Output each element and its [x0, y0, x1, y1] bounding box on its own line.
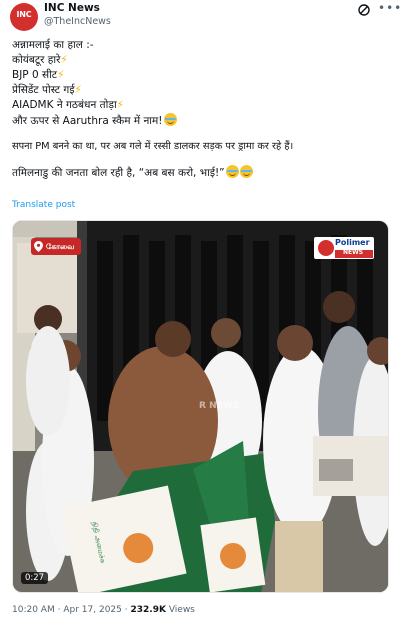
avatar[interactable]: INC: [10, 3, 38, 31]
post-time[interactable]: 10:20 AM: [12, 605, 55, 615]
post-date[interactable]: Apr 17, 2025: [63, 605, 122, 615]
video-duration-badge: 0:27: [21, 572, 49, 584]
avatar-logo-text: INC: [16, 10, 32, 19]
channel-logo: Polimer NEWS: [333, 237, 375, 259]
post-line: प्रेसिडेंट पोस्ट गई⚡: [12, 84, 82, 96]
location-tag: கோவை: [31, 238, 81, 255]
channel-logo-text: Polimer: [335, 238, 370, 247]
author-name[interactable]: INC News: [44, 2, 100, 14]
video-player[interactable]: கோவை Polimer NEWS R NEWS நிதி அமைச்சு 0:…: [12, 220, 389, 593]
grok-icon[interactable]: [357, 3, 371, 17]
location-pin-icon: [34, 241, 43, 252]
post-line: BJP 0 सीट⚡: [12, 69, 65, 81]
post-line: तमिलनाडु की जनता बोल रही है, “अब बस करो,…: [12, 165, 392, 180]
author-handle[interactable]: @TheIncNews: [44, 16, 111, 27]
lightning-icon: ⚡: [60, 54, 68, 66]
meta-separator: ·: [124, 605, 128, 615]
post-line: और ऊपर से Aaruthra स्कैम में नाम!: [12, 113, 392, 128]
views-label: Views: [168, 605, 195, 615]
news-watermark: R NEWS: [199, 401, 240, 411]
laughing-emoji: [239, 165, 253, 178]
post-line: अन्नामलाई का हाल :-: [12, 39, 94, 51]
post-line: सपना PM बनने का था, पर अब गले में रस्सी …: [12, 141, 294, 152]
laughing-emoji: [225, 165, 239, 178]
post-line: कोयंबटूर हारे⚡: [12, 54, 68, 66]
lightning-icon: ⚡: [116, 99, 125, 111]
translate-post-link[interactable]: Translate post: [12, 200, 75, 210]
laughing-emoji: [163, 113, 177, 126]
meta-separator: ·: [57, 605, 61, 615]
channel-logo-sub: NEWS: [343, 249, 364, 256]
location-text: கோவை: [46, 241, 75, 251]
lightning-icon: ⚡: [57, 69, 65, 81]
post-header: INC INC News @TheIncNews •••: [0, 0, 402, 34]
views-count[interactable]: 232.9K: [131, 605, 166, 615]
post-line: AIADMK ने गठबंधन तोड़ा⚡: [12, 99, 125, 111]
post-text: अन्नामलाई का हाल :- कोयंबटूर हारे⚡ BJP 0…: [12, 38, 392, 180]
post-meta: 10:20 AM · Apr 17, 2025 · 232.9K Views: [12, 605, 195, 615]
lightning-icon: ⚡: [74, 84, 82, 96]
more-icon[interactable]: •••: [378, 2, 401, 17]
